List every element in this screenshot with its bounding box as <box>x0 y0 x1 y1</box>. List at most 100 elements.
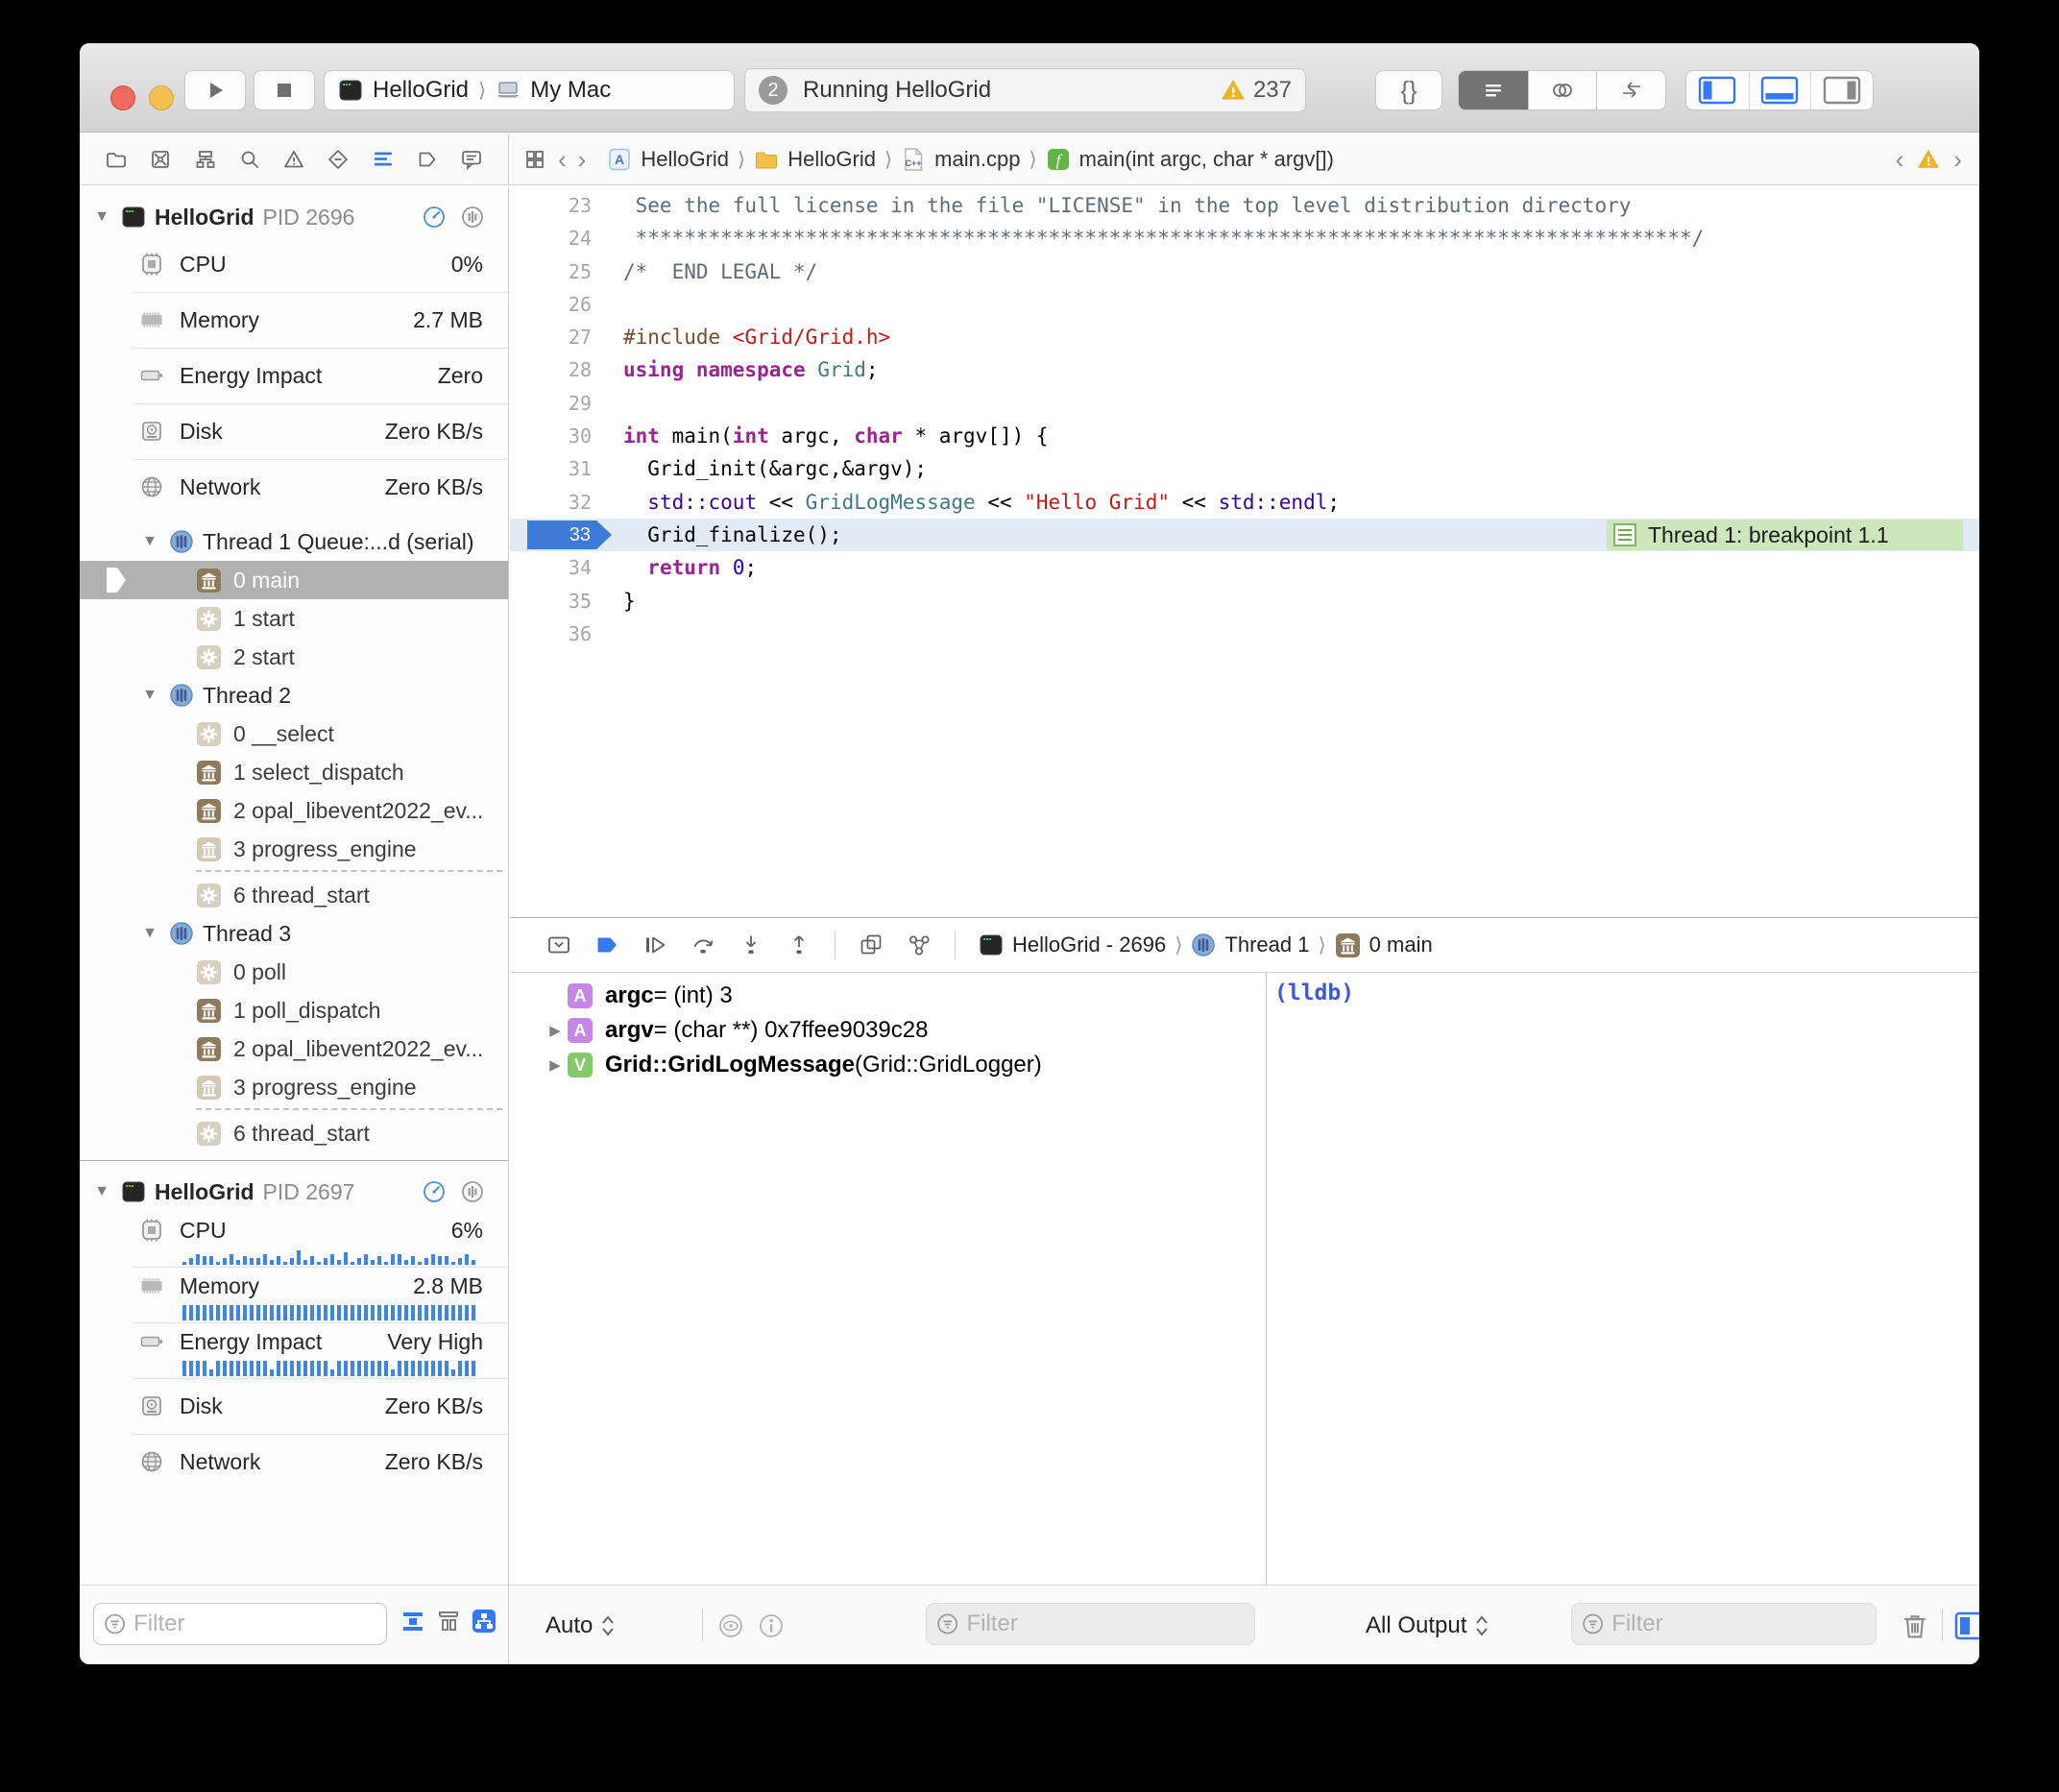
navigator-filter-input[interactable] <box>133 1610 376 1637</box>
debug-breadcrumb-item[interactable]: Thread 1 <box>1191 932 1309 957</box>
variables-filter-field[interactable] <box>926 1603 1255 1645</box>
line-number[interactable]: 30 <box>510 420 592 452</box>
code-line[interactable]: 25/* END LEGAL */ <box>510 255 1979 288</box>
code-line[interactable]: 30int main(int argc, char * argv[]) { <box>510 420 1979 452</box>
memory-graph-button[interactable] <box>907 932 932 957</box>
stack-frame-row[interactable]: 1 select_dispatch <box>80 753 508 791</box>
code-line[interactable]: 28using namespace Grid; <box>510 353 1979 386</box>
disclosure-triangle-icon[interactable]: ▼ <box>139 687 160 704</box>
forward-button[interactable]: › <box>578 145 587 175</box>
jump-bar-item[interactable]: fmain(int argc, char * argv[]) <box>1046 147 1334 172</box>
jump-bar-item[interactable]: C++main.cpp <box>901 147 1020 172</box>
line-number[interactable]: 23 <box>510 189 592 222</box>
line-number[interactable]: 24 <box>510 222 592 254</box>
stack-frame-row[interactable]: 6 thread_start <box>80 876 508 914</box>
stack-frame-row[interactable]: 3 progress_engine <box>80 1068 508 1106</box>
tab-tests-navigator[interactable] <box>327 148 350 171</box>
stack-frame-row[interactable]: 0 main <box>80 561 508 599</box>
view-process-by-thread-icon[interactable] <box>472 1609 497 1634</box>
disclosure-triangle-icon[interactable]: ▶ <box>543 1056 568 1074</box>
code-line[interactable]: 24 *************************************… <box>510 222 1979 254</box>
breakpoints-button[interactable] <box>594 932 619 957</box>
stack-frame-row[interactable]: 1 poll_dispatch <box>80 991 508 1029</box>
stack-frame-row[interactable]: 3 progress_engine <box>80 830 508 868</box>
gauge-row-cpu[interactable]: CPU0% <box>80 236 508 292</box>
console-output-popup[interactable]: All Output <box>1366 1586 1490 1664</box>
clear-console-trash-icon[interactable] <box>1901 1610 1929 1641</box>
line-number[interactable]: 32 <box>510 486 592 519</box>
disclosure-triangle-icon[interactable]: ▼ <box>139 925 160 942</box>
assistant-editor-button[interactable] <box>1528 71 1597 109</box>
thread-row[interactable]: ▼Thread 3 <box>80 914 508 953</box>
line-number[interactable]: 29 <box>510 387 592 420</box>
process-row[interactable]: ▼HelloGridPID 2696 <box>80 198 508 236</box>
code-snippets-button[interactable]: {} <box>1375 70 1442 110</box>
gauge-row-disk[interactable]: DiskZero KB/s <box>80 1378 508 1434</box>
gauge-row-disk[interactable]: DiskZero KB/s <box>80 403 508 459</box>
gauge-row-network[interactable]: NetworkZero KB/s <box>80 459 508 515</box>
tab-debug-navigator[interactable] <box>372 148 395 171</box>
variable-row[interactable]: ▶VGrid::GridLogMessage (Grid::GridLogger… <box>510 1048 1266 1082</box>
code-line[interactable]: 26 <box>510 288 1979 321</box>
run-button[interactable] <box>184 70 246 110</box>
hide-debug-button[interactable] <box>546 932 571 957</box>
code-line[interactable]: 29 <box>510 387 1979 420</box>
jump-bar-item[interactable]: AHelloGrid <box>607 147 729 172</box>
console-filter-field[interactable] <box>1571 1603 1877 1645</box>
disclosure-triangle-icon[interactable]: ▼ <box>91 208 112 226</box>
disclosure-triangle-icon[interactable]: ▶ <box>543 1022 568 1039</box>
minimize-window-button[interactable] <box>149 85 174 110</box>
thread-row[interactable]: ▼Thread 2 <box>80 676 508 714</box>
disclosure-triangle-icon[interactable]: ▼ <box>91 1183 112 1200</box>
line-number[interactable]: 35 <box>510 585 592 618</box>
variable-row[interactable]: ▶Aargv = (char **) 0x7ffee9039c28 <box>510 1013 1266 1048</box>
next-issue-button[interactable]: › <box>1953 145 1962 175</box>
scheme-selector[interactable]: HelloGrid ⟩ My Mac <box>324 70 735 110</box>
gauge-row-energy-impact[interactable]: Energy ImpactZero <box>80 348 508 403</box>
stack-frame-row[interactable]: 1 start <box>80 599 508 638</box>
step-over-button[interactable] <box>690 932 715 957</box>
debug-breadcrumb-item[interactable]: 0 main <box>1335 932 1433 958</box>
previous-issue-button[interactable]: ‹ <box>1896 145 1904 175</box>
related-items-icon[interactable] <box>523 148 546 171</box>
variables-scope-popup[interactable]: Auto <box>545 1586 616 1664</box>
tab-symbols-navigator[interactable] <box>194 148 217 171</box>
tab-breakpoints-navigator[interactable] <box>416 148 439 171</box>
code-line[interactable]: 36 <box>510 618 1979 650</box>
source-editor[interactable]: 23 See the full license in the file "LIC… <box>510 186 1979 917</box>
stop-button[interactable] <box>254 70 315 110</box>
thread-row[interactable]: ▼Thread 1 Queue:...d (serial) <box>80 522 508 561</box>
gauge-row-network[interactable]: NetworkZero KB/s <box>80 1434 508 1489</box>
gauge-row-cpu[interactable]: CPU6% <box>80 1211 508 1267</box>
pause-process-gauge-button[interactable] <box>422 205 447 230</box>
filter-stack-frames-icon[interactable] <box>436 1609 461 1634</box>
line-number[interactable]: 26 <box>510 288 592 321</box>
tab-source-control-navigator[interactable] <box>149 148 172 171</box>
standard-editor-button[interactable] <box>1459 71 1528 109</box>
view-hierarchy-button[interactable] <box>859 932 884 957</box>
view-by-thread-button[interactable] <box>460 1179 485 1204</box>
toggle-navigator-button[interactable] <box>1686 71 1749 109</box>
tab-issues-navigator[interactable] <box>282 148 305 171</box>
activity-view[interactable]: 2 Running HelloGrid 237 <box>744 68 1306 112</box>
line-number[interactable]: 25 <box>510 255 592 288</box>
console-view[interactable]: (lldb) <box>1267 973 1979 1585</box>
stack-frame-row[interactable]: 0 __select <box>80 714 508 753</box>
toggle-debug-area-button[interactable] <box>1749 71 1811 109</box>
tab-project-navigator[interactable] <box>105 148 128 171</box>
pause-process-gauge-button[interactable] <box>422 1179 447 1204</box>
jump-bar-item[interactable]: HelloGrid <box>754 147 876 172</box>
filter-running-icon[interactable] <box>400 1609 425 1634</box>
debug-breadcrumb-item[interactable]: HelloGrid - 2696 <box>979 932 1166 957</box>
code-line[interactable]: 35} <box>510 585 1979 618</box>
step-into-button[interactable] <box>739 932 763 957</box>
stack-frame-row[interactable]: 6 thread_start <box>80 1114 508 1152</box>
version-editor-button[interactable] <box>1596 71 1665 109</box>
disclosure-triangle-icon[interactable]: ▼ <box>139 533 160 550</box>
line-number[interactable]: 34 <box>510 551 592 584</box>
tab-search-navigator[interactable] <box>238 148 261 171</box>
breakpoint-marker[interactable]: 33 <box>527 521 612 549</box>
code-line[interactable]: 32 std::cout << GridLogMessage << "Hello… <box>510 486 1979 519</box>
continue-button[interactable] <box>642 932 667 957</box>
tab-reports-navigator[interactable] <box>460 148 483 171</box>
